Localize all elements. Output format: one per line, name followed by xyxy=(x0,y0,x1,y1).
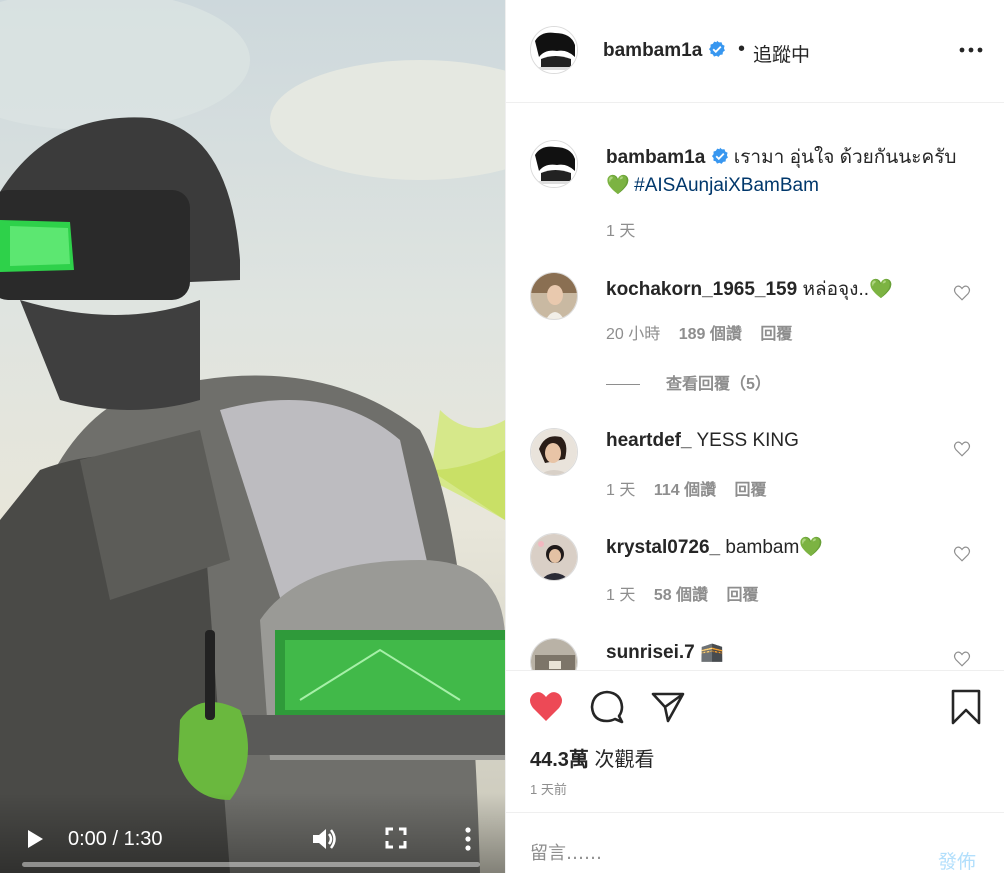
hashtag-link[interactable]: #AISAunjaiXBamBam xyxy=(634,175,819,196)
comment-body: krystal0726_ bambam💚 xyxy=(606,535,823,559)
comment-text: YESS KING xyxy=(696,430,799,451)
play-icon[interactable] xyxy=(22,827,46,851)
video-time: 0:00 / 1:30 xyxy=(68,828,163,850)
post-comment-button[interactable]: 發佈 xyxy=(938,847,976,873)
post-panel: bambam1a • 追蹤中 bambam1a เรามา อุ่นใจ ด้ว… xyxy=(505,0,1004,873)
separator-dot: • xyxy=(738,38,746,60)
post-header: bambam1a • 追蹤中 xyxy=(506,0,1004,103)
commenter-avatar[interactable] xyxy=(530,533,578,581)
reply-button[interactable]: 回覆 xyxy=(760,326,792,343)
reply-button[interactable]: 回覆 xyxy=(735,482,767,499)
comment-body: sunrisei.7 🕋 xyxy=(606,640,724,664)
view-replies-button[interactable]: 查看回覆（5） xyxy=(606,370,771,394)
post-timestamp: 1 天前 xyxy=(530,782,567,797)
comment-like-heart-icon[interactable] xyxy=(953,650,971,668)
comment-meta: 20 小時 189 個讚 回覆 xyxy=(606,320,806,344)
comment-meta: 1 天 58 個讚 回覆 xyxy=(606,581,773,605)
volume-icon[interactable] xyxy=(310,825,338,853)
comments-list[interactable]: bambam1a เรามา อุ่นใจ ด้วยกันนะครับ 💚 #A… xyxy=(506,104,1004,670)
comment-icon[interactable] xyxy=(589,689,625,725)
comment-like-heart-icon[interactable] xyxy=(953,284,971,302)
caption-username[interactable]: bambam1a xyxy=(606,147,705,168)
view-replies-label: 查看回覆（5） xyxy=(666,376,771,393)
comment-username[interactable]: krystal0726_ xyxy=(606,537,720,558)
fullscreen-icon[interactable] xyxy=(384,826,408,850)
video-frame xyxy=(0,0,505,873)
comment-likes[interactable]: 189 個讚 xyxy=(679,326,742,343)
video-player[interactable]: 0:00 / 1:30 xyxy=(0,0,505,873)
comment-body: kochakorn_1965_159 หล่อจุง..💚 xyxy=(606,274,893,304)
author-avatar[interactable] xyxy=(530,26,578,74)
comment-body: heartdef_ YESS KING xyxy=(606,430,799,452)
replies-divider-line xyxy=(606,384,640,386)
comment-likes[interactable]: 58 個讚 xyxy=(654,587,708,604)
save-bookmark-icon[interactable] xyxy=(948,689,984,725)
comment-username[interactable]: sunrisei.7 xyxy=(606,642,695,663)
reply-button[interactable]: 回覆 xyxy=(727,587,759,604)
comment-like-heart-icon[interactable] xyxy=(953,440,971,458)
view-count[interactable]: 44.3萬 次觀看 xyxy=(530,743,655,772)
comment-like-heart-icon[interactable] xyxy=(953,545,971,563)
comment-time: 1 天 xyxy=(606,587,636,604)
more-options-icon[interactable] xyxy=(958,42,984,58)
verified-badge-icon xyxy=(712,147,729,164)
comment-text: หล่อจุง..💚 xyxy=(802,279,893,300)
view-count-suffix: 次觀看 xyxy=(594,749,655,771)
more-vertical-icon[interactable] xyxy=(458,825,478,853)
comment-likes[interactable]: 114 個讚 xyxy=(654,482,716,499)
video-controls: 0:00 / 1:30 xyxy=(0,793,505,873)
caption-timestamp: 1 天 xyxy=(606,223,636,240)
comment-username[interactable]: heartdef_ xyxy=(606,430,692,451)
comment-meta: 1 天 114 個讚 回覆 xyxy=(606,476,781,500)
commenter-avatar[interactable] xyxy=(530,272,578,320)
author-username-text: bambam1a xyxy=(603,40,703,61)
post-actions: 44.3萬 次觀看 1 天前 xyxy=(506,670,1004,812)
video-progress-bar[interactable] xyxy=(22,862,480,867)
caption-author-avatar[interactable] xyxy=(530,140,578,188)
verified-badge-icon xyxy=(709,40,726,57)
post-caption: bambam1a เรามา อุ่นใจ ด้วยกันนะครับ 💚 #A… xyxy=(606,144,976,200)
green-heart-emoji: 💚 xyxy=(606,175,630,196)
comment-text: bambam💚 xyxy=(725,537,823,558)
comment-username[interactable]: kochakorn_1965_159 xyxy=(606,279,797,300)
like-heart-icon[interactable] xyxy=(528,689,564,725)
share-icon[interactable] xyxy=(650,689,686,725)
comment-time: 20 小時 xyxy=(606,326,661,343)
comment-text: 🕋 xyxy=(700,642,724,663)
commenter-avatar[interactable] xyxy=(530,638,578,670)
comment-input[interactable] xyxy=(530,843,910,864)
following-button[interactable]: 追蹤中 xyxy=(753,40,810,67)
view-count-number: 44.3萬 xyxy=(530,749,589,771)
comment-composer: 發佈 xyxy=(506,812,1004,873)
author-username[interactable]: bambam1a xyxy=(603,40,726,62)
caption-text: เรามา อุ่นใจ ด้วยกันนะครับ xyxy=(733,147,957,168)
comment-time: 1 天 xyxy=(606,482,636,499)
commenter-avatar[interactable] xyxy=(530,428,578,476)
